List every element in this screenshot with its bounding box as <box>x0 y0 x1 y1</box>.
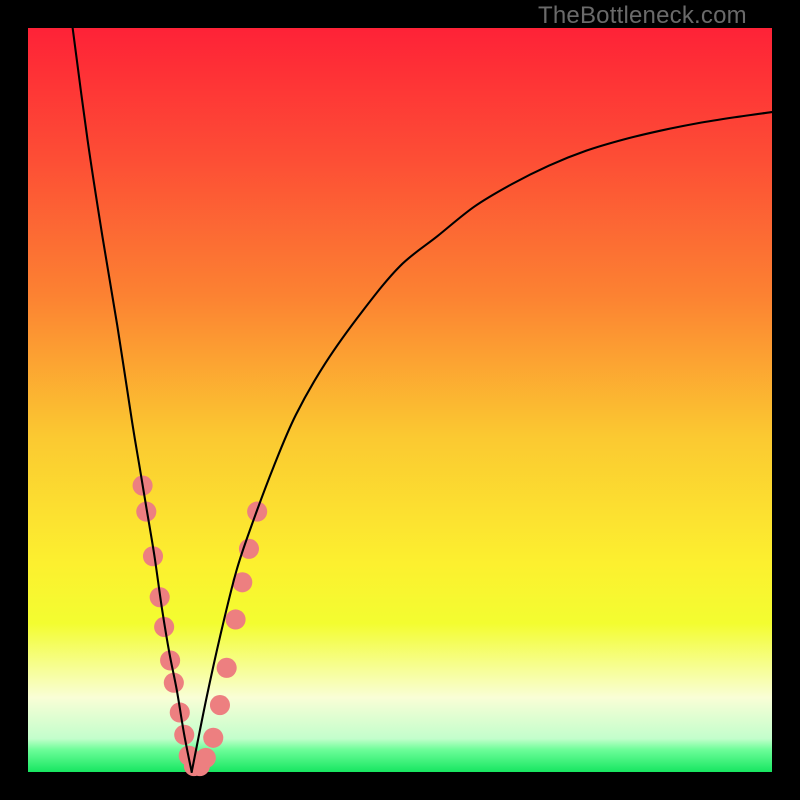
watermark-text: TheBottleneck.com <box>538 2 747 30</box>
data-marker <box>203 728 223 748</box>
outer-frame: TheBottleneck.com <box>0 0 800 800</box>
plot-area <box>28 28 772 772</box>
chart-layer <box>28 28 772 772</box>
data-marker <box>226 609 246 629</box>
data-marker <box>217 658 237 678</box>
curve-right-branch <box>192 112 772 772</box>
data-marker <box>210 695 230 715</box>
data-marker <box>196 748 216 768</box>
